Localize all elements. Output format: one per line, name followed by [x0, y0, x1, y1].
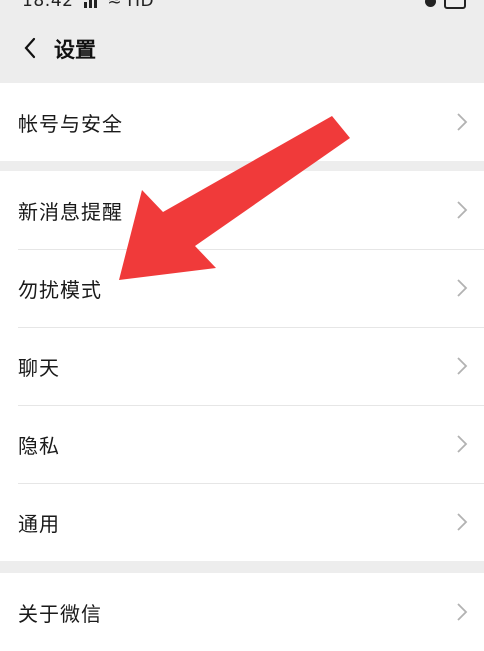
settings-item-label: 新消息提醒: [18, 199, 123, 224]
status-bar: 18:42 ≈ HD: [0, 0, 484, 16]
status-network: HD: [127, 0, 155, 11]
settings-item-do-not-disturb[interactable]: 勿扰模式: [0, 249, 484, 327]
status-time: 18:42: [22, 0, 74, 11]
settings-item-account-security[interactable]: 帐号与安全: [0, 83, 484, 161]
settings-group-main: 新消息提醒 勿扰模式 聊天 隐私 通用: [0, 171, 484, 561]
nav-bar: 设置: [0, 16, 484, 80]
settings-item-label: 关于微信: [18, 601, 102, 626]
chevron-right-icon: [457, 357, 468, 375]
settings-item-chat[interactable]: 聊天: [0, 327, 484, 405]
chevron-right-icon: [457, 201, 468, 219]
settings-group-about: 关于微信: [0, 573, 484, 651]
notification-dot-icon: [424, 0, 436, 7]
settings-item-label: 隐私: [18, 433, 60, 458]
settings-item-new-message-alert[interactable]: 新消息提醒: [0, 171, 484, 249]
settings-item-privacy[interactable]: 隐私: [0, 405, 484, 483]
chevron-right-icon: [457, 513, 468, 531]
chevron-left-icon: [24, 37, 36, 59]
settings-item-label: 通用: [18, 511, 60, 536]
wifi-icon: ≈: [107, 0, 123, 11]
back-button[interactable]: [14, 32, 46, 64]
chevron-right-icon: [457, 113, 468, 131]
settings-item-label: 帐号与安全: [18, 111, 123, 136]
chevron-right-icon: [457, 435, 468, 453]
settings-item-label: 聊天: [18, 355, 60, 380]
signal-bars-icon: [83, 0, 101, 8]
page-title: 设置: [54, 38, 96, 62]
chevron-right-icon: [457, 279, 468, 297]
status-left: 18:42 ≈ HD: [22, 0, 154, 11]
battery-icon: [444, 0, 466, 9]
chevron-right-icon: [457, 603, 468, 621]
settings-group-account: 帐号与安全: [0, 83, 484, 161]
settings-item-about-wechat[interactable]: 关于微信: [0, 573, 484, 651]
settings-item-general[interactable]: 通用: [0, 483, 484, 561]
settings-item-label: 勿扰模式: [18, 277, 102, 302]
status-right: [424, 0, 466, 11]
